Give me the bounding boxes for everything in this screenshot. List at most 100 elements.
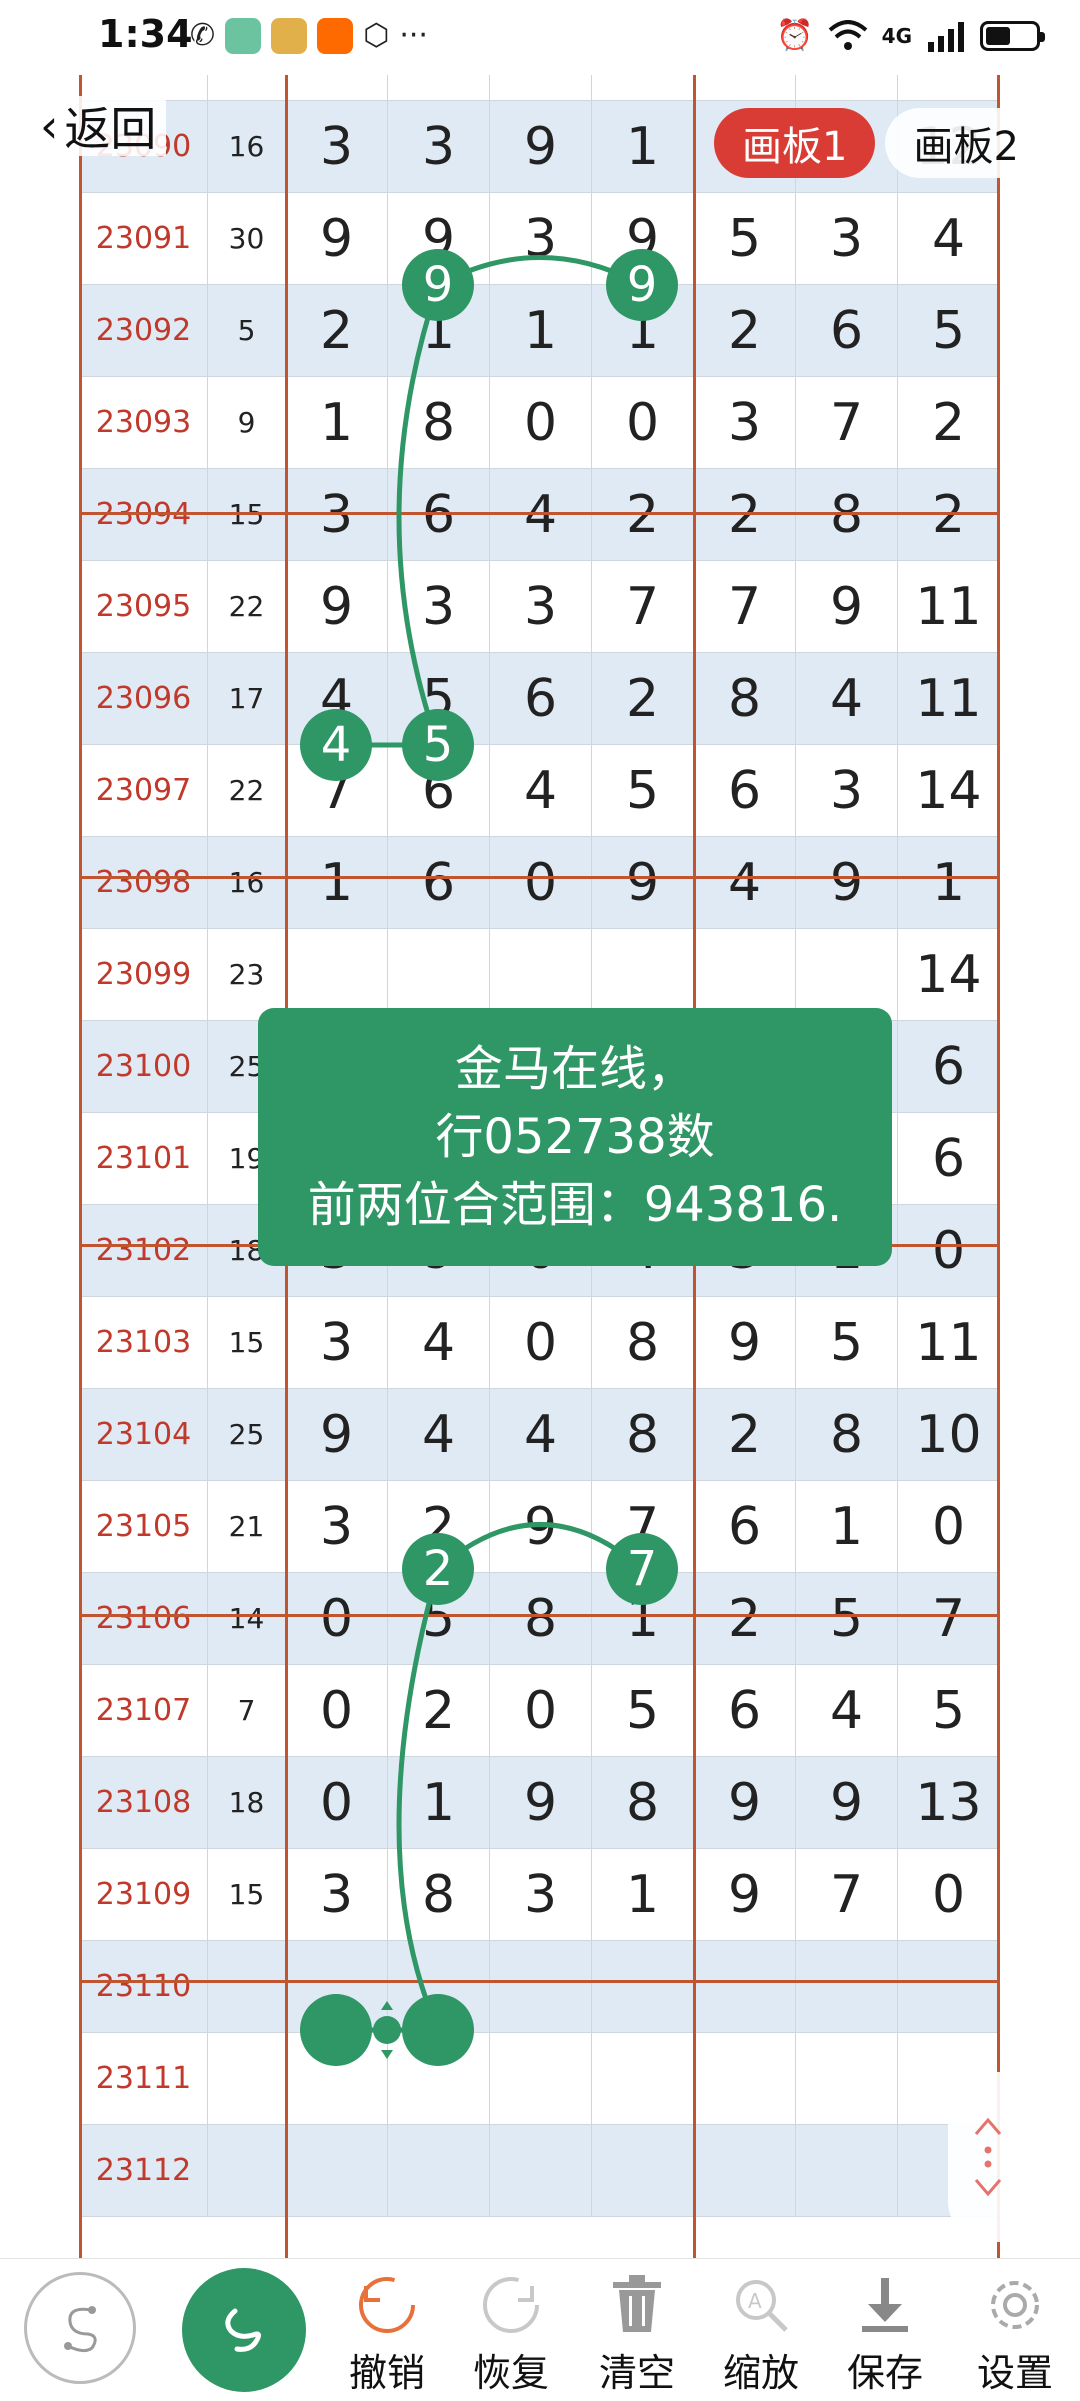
number-cell[interactable]: 2 [898, 469, 1000, 561]
number-cell[interactable]: 7 [592, 561, 694, 653]
number-cell[interactable]: 4 [898, 193, 1000, 285]
sum-cell[interactable]: 5 [208, 285, 286, 377]
number-cell[interactable]: 5 [796, 1297, 898, 1389]
issue-number-cell[interactable]: 23095 [80, 561, 208, 653]
number-cell[interactable]: 3 [286, 1481, 388, 1573]
number-cell[interactable]: 9 [286, 561, 388, 653]
issue-number-cell[interactable]: 23100 [80, 1021, 208, 1113]
number-cell[interactable] [592, 1941, 694, 2033]
number-cell[interactable]: 0 [286, 1665, 388, 1757]
number-cell[interactable]: 3 [388, 101, 490, 193]
issue-number-cell[interactable]: 23098 [80, 837, 208, 929]
number-cell[interactable]: 4 [490, 469, 592, 561]
number-cell[interactable]: 9 [490, 101, 592, 193]
number-cell[interactable]: 13 [898, 1757, 1000, 1849]
number-cell[interactable]: 2 [694, 1389, 796, 1481]
number-cell[interactable]: 14 [898, 745, 1000, 837]
number-cell[interactable]: 0 [490, 377, 592, 469]
issue-number-cell[interactable]: 23094 [80, 469, 208, 561]
number-cell[interactable]: 0 [898, 1205, 1000, 1297]
circle-marker[interactable]: 9 [606, 249, 678, 321]
number-cell[interactable]: 6 [490, 653, 592, 745]
number-cell[interactable]: 1 [388, 1757, 490, 1849]
number-cell[interactable]: 1 [898, 837, 1000, 929]
number-cell[interactable]: 5 [592, 745, 694, 837]
number-cell[interactable]: 3 [796, 193, 898, 285]
redo-button[interactable]: 恢复 [456, 2272, 566, 2397]
number-cell[interactable]: 6 [388, 837, 490, 929]
sum-cell[interactable]: 22 [208, 745, 286, 837]
number-cell[interactable]: 0 [490, 1297, 592, 1389]
number-cell[interactable]: 14 [898, 929, 1000, 1021]
sum-cell[interactable] [208, 2125, 286, 2217]
circle-marker[interactable]: 9 [402, 249, 474, 321]
issue-number-cell[interactable]: 23109 [80, 1849, 208, 1941]
number-cell[interactable]: 4 [694, 837, 796, 929]
sum-cell[interactable] [208, 2033, 286, 2125]
number-cell[interactable]: 7 [898, 1573, 1000, 1665]
number-cell[interactable]: 2 [898, 377, 1000, 469]
number-cell[interactable]: 3 [286, 1849, 388, 1941]
number-cell[interactable]: 7 [796, 1849, 898, 1941]
clear-button[interactable]: 清空 [582, 2272, 692, 2397]
number-cell[interactable]: 6 [694, 1481, 796, 1573]
number-cell[interactable]: 4 [388, 1297, 490, 1389]
number-cell[interactable]: 9 [796, 1757, 898, 1849]
tab-board-1[interactable]: 画板1 [714, 108, 876, 178]
number-cell[interactable] [796, 1941, 898, 2033]
tab-board-2[interactable]: 画板2 [885, 108, 1047, 178]
number-cell[interactable]: 1 [592, 101, 694, 193]
sum-cell[interactable]: 18 [208, 1757, 286, 1849]
sum-cell[interactable]: 7 [208, 1665, 286, 1757]
number-cell[interactable]: 2 [694, 1573, 796, 1665]
circle-marker[interactable]: 7 [606, 1533, 678, 1605]
issue-number-cell[interactable]: 23111 [80, 2033, 208, 2125]
number-cell[interactable]: 0 [286, 1573, 388, 1665]
number-cell[interactable]: 7 [796, 377, 898, 469]
save-button[interactable]: 保存 [830, 2272, 940, 2397]
number-cell[interactable] [388, 1941, 490, 2033]
issue-number-cell[interactable]: 23102 [80, 1205, 208, 1297]
number-cell[interactable] [694, 2125, 796, 2217]
number-cell[interactable]: 1 [286, 377, 388, 469]
number-cell[interactable] [286, 2033, 388, 2125]
number-cell[interactable]: 5 [898, 1665, 1000, 1757]
number-cell[interactable]: 6 [694, 1665, 796, 1757]
number-cell[interactable]: 8 [592, 1757, 694, 1849]
number-cell[interactable]: 2 [592, 469, 694, 561]
sum-cell[interactable]: 15 [208, 1297, 286, 1389]
number-cell[interactable]: 4 [796, 1665, 898, 1757]
issue-number-cell[interactable]: 23108 [80, 1757, 208, 1849]
number-cell[interactable]: 10 [898, 1389, 1000, 1481]
draw-pen-button[interactable] [182, 2268, 306, 2392]
number-cell[interactable] [592, 2125, 694, 2217]
number-cell[interactable]: 2 [286, 285, 388, 377]
number-cell[interactable]: 7 [694, 561, 796, 653]
number-cell[interactable]: 0 [490, 837, 592, 929]
number-cell[interactable]: 1 [796, 1481, 898, 1573]
number-cell[interactable] [796, 2033, 898, 2125]
number-cell[interactable]: 8 [388, 1849, 490, 1941]
number-cell[interactable]: 8 [490, 1573, 592, 1665]
number-cell[interactable] [286, 2125, 388, 2217]
number-cell[interactable]: 8 [592, 1389, 694, 1481]
sum-cell[interactable]: 17 [208, 653, 286, 745]
number-cell[interactable] [286, 1941, 388, 2033]
number-cell[interactable]: 8 [796, 1389, 898, 1481]
number-cell[interactable]: 8 [388, 377, 490, 469]
issue-number-cell[interactable]: 23103 [80, 1297, 208, 1389]
text-note[interactable]: 金马在线， 行052738数 前两位合范围：943816. [258, 1008, 892, 1266]
number-cell[interactable]: 2 [694, 285, 796, 377]
circle-marker[interactable]: 4 [300, 709, 372, 781]
number-cell[interactable]: 2 [592, 653, 694, 745]
number-cell[interactable]: 0 [898, 1849, 1000, 1941]
number-cell[interactable]: 1 [286, 837, 388, 929]
number-cell[interactable]: 4 [796, 653, 898, 745]
sum-cell[interactable]: 22 [208, 561, 286, 653]
issue-number-cell[interactable]: 23112 [80, 2125, 208, 2217]
number-cell[interactable]: 11 [898, 1297, 1000, 1389]
number-cell[interactable]: 9 [592, 837, 694, 929]
issue-number-cell[interactable]: 23096 [80, 653, 208, 745]
number-cell[interactable]: 9 [286, 1389, 388, 1481]
issue-number-cell[interactable]: 23101 [80, 1113, 208, 1205]
